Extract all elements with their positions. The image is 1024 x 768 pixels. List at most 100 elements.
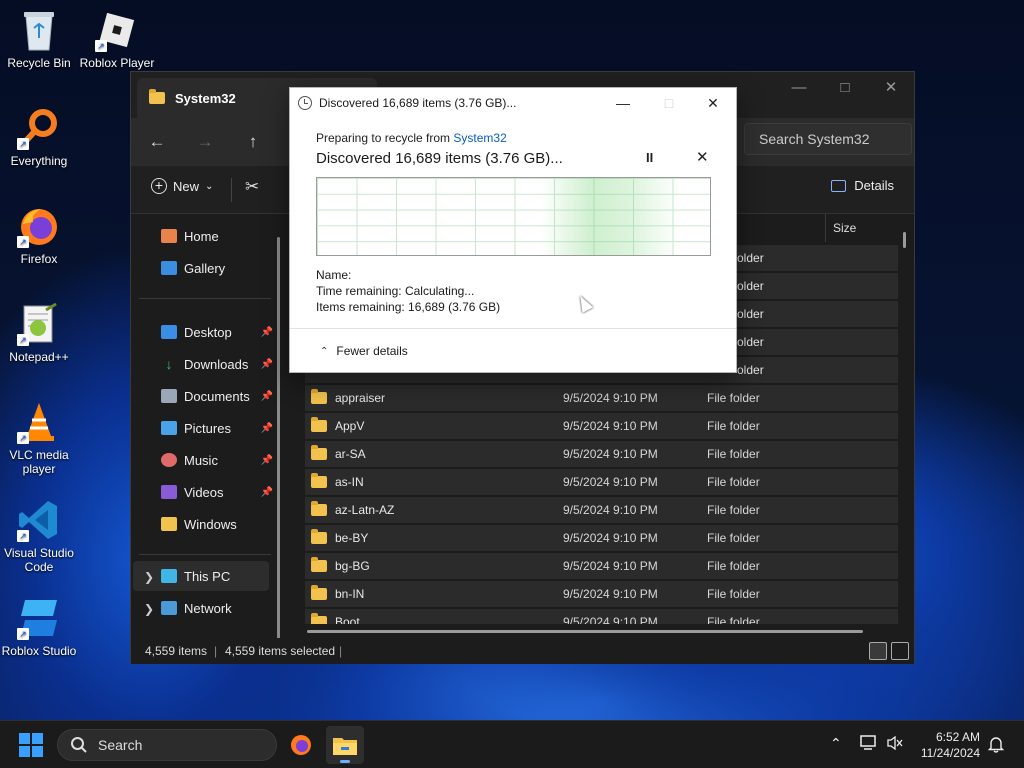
desktop-icon-roblox-studio[interactable]: ↗ Roblox Studio — [0, 596, 78, 658]
shortcut-arrow-icon: ↗ — [17, 138, 29, 150]
file-type: File folder — [707, 447, 760, 461]
fewer-details-button[interactable]: ⌃ Fewer details — [320, 344, 408, 358]
volume-muted-icon[interactable] — [886, 735, 904, 754]
desktop-icon-roblox-player[interactable]: ↗ Roblox Player — [78, 8, 156, 70]
desktop-icon — [161, 325, 177, 339]
dialog-maximize-button[interactable]: □ — [646, 88, 692, 118]
desktop-icon-recycle-bin[interactable]: Recycle Bin — [0, 8, 78, 70]
sidebar-item-music[interactable]: Music 📌 — [161, 448, 273, 472]
sidebar-item-gallery[interactable]: Gallery — [161, 256, 273, 280]
desktop-icon-vlc[interactable]: ↗ VLC media player — [0, 400, 78, 476]
file-name: ar-SA — [335, 447, 366, 461]
file-type: File folder — [707, 615, 760, 624]
chevron-right-icon[interactable]: ❯ — [144, 602, 154, 616]
desktop-icon-label: Firefox — [20, 252, 58, 266]
folder-icon — [311, 389, 327, 404]
folder-icon — [311, 501, 327, 516]
table-row[interactable]: Boot 9/5/2024 9:10 PM File folder — [305, 609, 898, 624]
table-row[interactable]: bg-BG 9/5/2024 9:10 PM File folder — [305, 553, 898, 579]
dialog-title: Discovered 16,689 items (3.76 GB)... — [319, 96, 517, 110]
sidebar-item-label: Documents — [184, 388, 250, 404]
recycle-source-prefix: Preparing to recycle from — [316, 131, 451, 145]
pause-button[interactable]: II — [646, 150, 653, 165]
details-label: Details — [854, 178, 894, 193]
up-button[interactable]: ↑ — [239, 130, 267, 154]
shortcut-arrow-icon: ↗ — [17, 334, 29, 346]
details-view-button[interactable] — [869, 642, 887, 660]
desktop-icon-vscode[interactable]: ↗ Visual Studio Code — [0, 498, 78, 574]
table-row[interactable]: as-IN 9/5/2024 9:10 PM File folder — [305, 469, 898, 495]
chevron-right-icon[interactable]: ❯ — [144, 570, 154, 584]
sidebar-item-downloads[interactable]: ↓ Downloads 📌 — [161, 352, 274, 376]
file-date: 9/5/2024 9:10 PM — [563, 587, 658, 601]
table-row[interactable]: appraiser 9/5/2024 9:10 PM File folder — [305, 385, 898, 411]
file-explorer-icon — [333, 738, 357, 755]
table-row[interactable]: bn-IN 9/5/2024 9:10 PM File folder — [305, 581, 898, 607]
sidebar-item-network[interactable]: Network — [161, 596, 273, 620]
system-clock[interactable]: 6:52 AM 11/24/2024 — [921, 729, 980, 761]
file-list-horizontal-scrollbar[interactable] — [307, 630, 863, 633]
dialog-divider — [290, 328, 736, 329]
file-date: 9/5/2024 9:10 PM — [563, 419, 658, 433]
pictures-icon — [161, 421, 177, 435]
table-row[interactable]: be-BY 9/5/2024 9:10 PM File folder — [305, 525, 898, 551]
sidebar-item-videos[interactable]: Videos 📌 — [161, 480, 273, 504]
download-icon: ↓ — [165, 356, 173, 372]
dialog-close-button[interactable]: ✕ — [690, 88, 736, 118]
desktop-icon-notepad-plus-plus[interactable]: ↗ Notepad++ — [0, 302, 78, 364]
back-button[interactable]: ← — [143, 130, 171, 154]
sidebar-item-this-pc[interactable]: This PC — [161, 564, 273, 588]
everything-search-icon: ↗ — [17, 106, 61, 150]
details-pane-button[interactable]: Details — [831, 178, 894, 193]
file-name: Boot — [335, 615, 360, 624]
file-name: bg-BG — [335, 559, 370, 573]
plus-icon: + — [151, 178, 167, 194]
sidebar-scrollbar[interactable] — [277, 237, 280, 649]
clock-date: 11/24/2024 — [920, 746, 980, 760]
sidebar-item-documents[interactable]: Documents 📌 — [161, 384, 273, 408]
notification-bell-icon[interactable] — [987, 735, 1005, 756]
new-label: New — [173, 178, 200, 194]
table-row[interactable]: ar-SA 9/5/2024 9:10 PM File folder — [305, 441, 898, 467]
pin-icon: 📌 — [260, 486, 273, 498]
desktop-icon-firefox[interactable]: ↗ Firefox — [0, 204, 78, 266]
file-list-vertical-scrollbar[interactable] — [903, 232, 906, 248]
folder-icon — [311, 529, 327, 544]
file-type: File folder — [707, 419, 760, 433]
new-button[interactable]: + New ⌄ — [151, 178, 213, 194]
sidebar-item-home[interactable]: Home — [161, 224, 273, 248]
sidebar-divider — [139, 554, 271, 555]
music-icon — [161, 453, 177, 467]
large-icons-view-button[interactable] — [891, 642, 909, 660]
close-button[interactable]: ✕ — [868, 72, 914, 102]
cut-icon[interactable]: ✂ — [245, 177, 259, 197]
sidebar-item-desktop[interactable]: Desktop 📌 — [161, 320, 273, 344]
home-icon — [161, 229, 177, 243]
source-folder-link[interactable]: System32 — [453, 131, 506, 145]
network-status-icon[interactable] — [860, 735, 878, 754]
taskbar-file-explorer[interactable] — [326, 726, 364, 764]
minimize-button[interactable]: — — [776, 72, 822, 102]
desktop-icon-everything[interactable]: ↗ Everything — [0, 106, 78, 168]
file-type: older — [737, 363, 764, 377]
sidebar-item-pictures[interactable]: Pictures 📌 — [161, 416, 273, 440]
file-name: AppV — [335, 419, 365, 433]
cancel-operation-button[interactable]: ✕ — [696, 148, 709, 166]
table-row[interactable]: az-Latn-AZ 9/5/2024 9:10 PM File folder — [305, 497, 898, 523]
file-type: File folder — [707, 587, 760, 601]
taskbar-search-box[interactable]: Search — [57, 729, 277, 761]
file-name: as-IN — [335, 475, 364, 489]
start-button[interactable] — [19, 733, 43, 757]
table-row[interactable]: AppV 9/5/2024 9:10 PM File folder — [305, 413, 898, 439]
dialog-minimize-button[interactable]: — — [600, 88, 646, 118]
maximize-button[interactable]: □ — [822, 72, 868, 102]
column-header-size[interactable]: Size — [833, 214, 856, 242]
show-hidden-icons-button[interactable]: ⌃ — [830, 735, 842, 752]
forward-button[interactable]: → — [191, 130, 219, 154]
column-divider — [825, 214, 826, 242]
desktop-icon-label: Everything — [10, 154, 68, 168]
file-type: older — [737, 279, 764, 293]
taskbar-firefox[interactable] — [282, 726, 320, 764]
search-input[interactable]: Search System32 — [744, 123, 912, 155]
sidebar-item-windows[interactable]: Windows — [161, 512, 273, 536]
